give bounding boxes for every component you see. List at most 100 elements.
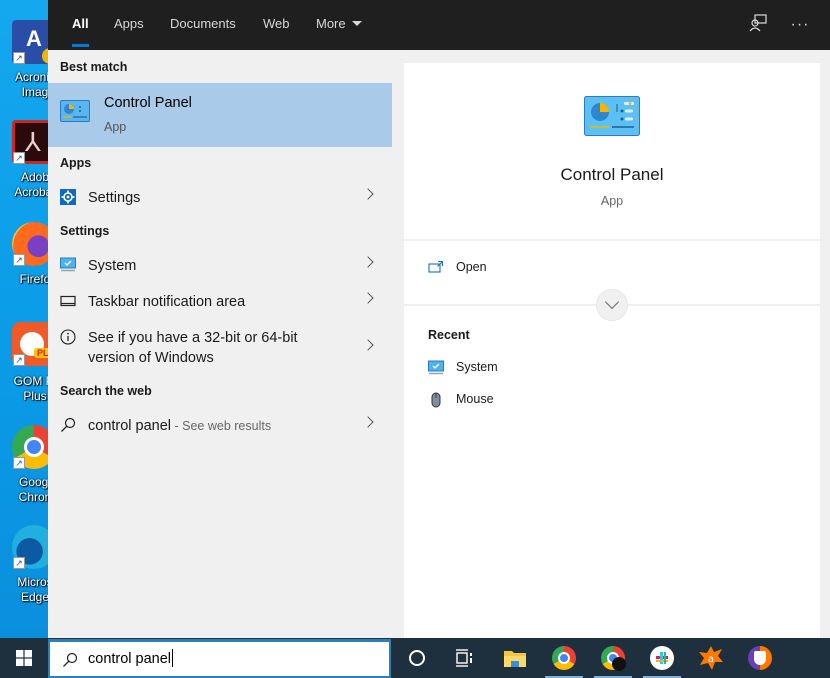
taskbar-icon [60, 295, 76, 307]
preview-subtitle: App [600, 194, 624, 208]
section-header-search-web: Search the web [60, 384, 152, 398]
desktop-icon-label: Plus [23, 389, 47, 403]
desktop-icon-label: Acrobat [14, 185, 48, 199]
result-label: See if you have a 32-bit or 64-bit versi… [88, 328, 298, 368]
taskbar: control panel a [0, 638, 830, 678]
shortcut-arrow-icon: ↗ [13, 254, 25, 266]
avast-icon: a [699, 646, 723, 670]
result-label: control panel - See web results [88, 416, 271, 436]
section-header-apps: Apps [60, 156, 92, 170]
shortcut-arrow-icon: ↗ [13, 557, 25, 569]
chrome-icon [552, 646, 576, 670]
result-system[interactable]: System [48, 248, 392, 282]
mouse-icon [431, 392, 441, 408]
result-label: Settings [88, 190, 141, 206]
tab-more[interactable]: More [304, 0, 374, 50]
expand-chevron-button[interactable] [596, 289, 628, 321]
best-match-control-panel[interactable]: Control Panel App [48, 83, 392, 147]
open-icon [428, 260, 444, 273]
tab-apps[interactable]: Apps [102, 0, 156, 50]
desktop-icon-label: Firefo [19, 272, 48, 286]
text-cursor [172, 648, 174, 667]
chevron-right-icon [362, 256, 374, 268]
result-label: System [88, 258, 137, 274]
tab-all[interactable]: All [60, 0, 101, 50]
preview-pane: Control Panel App Open Recent System Mou… [404, 63, 820, 638]
search-icon [63, 652, 78, 667]
preview-title: Control Panel [560, 165, 664, 184]
shortcut-arrow-icon: ↗ [13, 152, 25, 164]
feedback-icon [749, 14, 767, 32]
search-tabs-bar: All Apps Documents Web More ··· [48, 0, 830, 50]
desktop-icon-label: Googl [18, 475, 48, 489]
feedback-button[interactable] [746, 13, 770, 37]
shortcut-arrow-icon: ↗ [13, 52, 25, 64]
taskbar-avast-secure-browser[interactable] [745, 643, 775, 673]
result-label-line2: version of Windows [88, 350, 214, 366]
profile-badge-icon [612, 657, 626, 671]
task-view-icon [456, 649, 472, 667]
result-label-line1: See if you have a 32-bit or 64-bit [88, 330, 298, 346]
desktop-icon-label: Acronis [14, 70, 48, 84]
desktop-icon-label: GOM Pl [13, 374, 48, 388]
desktop-icon-label: Chron [18, 490, 48, 504]
slack-icon [650, 646, 674, 670]
desktop-icon-label: Imag [21, 85, 48, 99]
recent-header: Recent [428, 328, 470, 342]
result-32-or-64-bit[interactable]: See if you have a 32-bit or 64-bit versi… [48, 320, 392, 372]
gear-icon [60, 189, 76, 205]
chevron-right-icon [362, 339, 374, 351]
monitor-icon [428, 360, 444, 375]
tab-label: Apps [114, 16, 144, 31]
section-header-best-match: Best match [60, 60, 128, 74]
windows-logo-icon [16, 650, 32, 666]
recent-label: System [456, 360, 498, 374]
tab-documents[interactable]: Documents [158, 0, 248, 50]
chevron-right-icon [362, 416, 374, 428]
result-label: Taskbar notification area [88, 294, 246, 310]
desktop-icon-label: Edge [20, 590, 48, 604]
best-match-title: Control Panel [104, 95, 192, 111]
divider [404, 239, 820, 241]
search-flyout: All Apps Documents Web More ··· Best mat… [48, 0, 830, 638]
monitor-icon [60, 257, 76, 272]
taskbar-chrome[interactable] [545, 643, 583, 678]
more-options-button[interactable]: ··· [788, 13, 812, 37]
result-web-search[interactable]: control panel - See web results [48, 408, 392, 442]
taskbar-cortana[interactable] [402, 643, 432, 673]
taskbar-avast[interactable]: a [696, 643, 726, 673]
taskbar-chrome-profile[interactable] [594, 643, 632, 678]
chevron-right-icon [362, 188, 374, 200]
web-query: control panel [88, 418, 172, 434]
desktop-icon-label: Adob [20, 170, 48, 184]
recent-label: Mouse [456, 392, 494, 406]
taskbar-task-view[interactable] [449, 643, 479, 673]
ellipsis-icon: ··· [790, 16, 810, 33]
svg-text:a: a [708, 654, 714, 665]
tab-label: More [316, 16, 346, 31]
web-hint: See web results [182, 419, 272, 433]
secure-browser-icon [748, 646, 772, 670]
taskbar-file-explorer[interactable] [500, 643, 530, 673]
search-input-text: control panel [88, 651, 172, 667]
start-button[interactable] [0, 638, 48, 678]
best-match-subtitle: App [104, 120, 127, 134]
tab-label: Documents [170, 16, 236, 31]
result-settings-app[interactable]: Settings [48, 180, 392, 214]
chevron-right-icon [362, 292, 374, 304]
results-list: Best match Control Panel App Apps Settin… [48, 50, 392, 638]
search-input-value: control panel [88, 648, 174, 667]
shortcut-arrow-icon: ↗ [13, 354, 25, 366]
taskbar-slack[interactable] [643, 643, 681, 678]
tab-label: Web [263, 16, 290, 31]
tab-label: All [72, 16, 89, 31]
taskbar-search-input[interactable]: control panel [48, 639, 391, 678]
shortcut-arrow-icon: ↗ [13, 457, 25, 469]
result-taskbar-notification-area[interactable]: Taskbar notification area [48, 284, 392, 318]
caret-down-icon [351, 21, 362, 27]
action-label: Open [456, 260, 487, 274]
desktop-icon-label: Micros [17, 575, 48, 589]
tab-web[interactable]: Web [251, 0, 302, 50]
search-icon [61, 417, 76, 432]
cortana-icon [409, 650, 425, 666]
